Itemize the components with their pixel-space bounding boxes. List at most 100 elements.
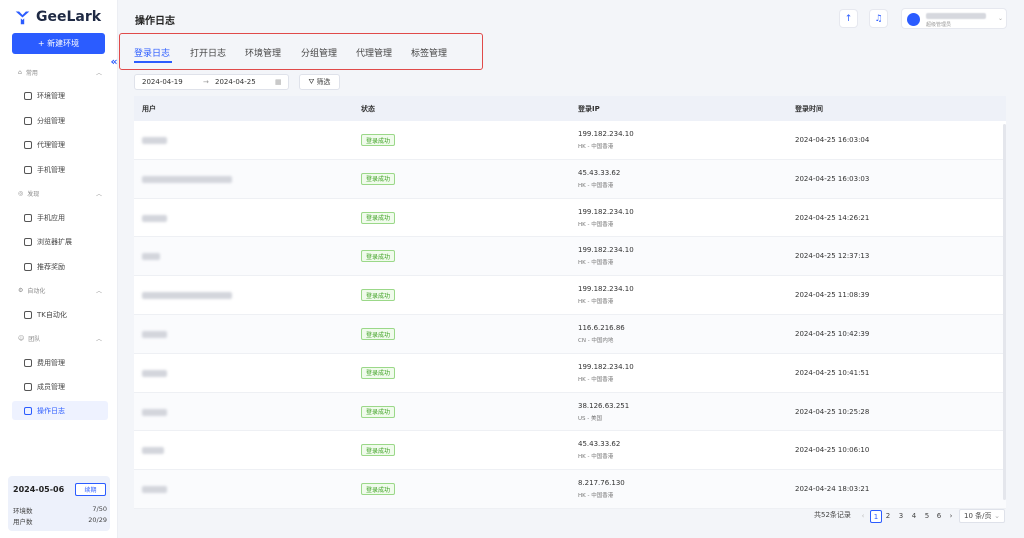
login-time: 2024-04-24 18:03:21	[795, 485, 870, 494]
env-count: 环境数 7/50	[13, 505, 107, 515]
login-ip: 8.217.76.130	[578, 479, 625, 488]
date-arrow-icon: →	[203, 78, 209, 86]
date-start[interactable]: 2024-04-19	[142, 78, 183, 86]
login-time: 2024-04-25 16:03:04	[795, 136, 870, 144]
login-time: 2024-04-25 10:41:51	[795, 368, 870, 377]
date-range-picker[interactable]: 2024-04-19 → 2024-04-25 ▦	[134, 74, 289, 90]
tab-tag-manage[interactable]: 标签管理	[411, 46, 447, 59]
user-redacted	[142, 214, 167, 222]
log-icon	[24, 407, 32, 415]
user-name-redacted	[926, 13, 986, 19]
user-count: 用户数 20/29	[13, 516, 107, 526]
phone-icon	[24, 166, 32, 174]
login-region: HK - 中国香港	[578, 221, 614, 228]
status-badge: 登录成功	[361, 366, 396, 379]
sidebar-item-env[interactable]: 环境管理	[24, 91, 65, 101]
login-ip: 45.43.33.62	[578, 440, 621, 449]
logo[interactable]: GeeLark	[14, 8, 101, 26]
prev-page-button[interactable]: ‹	[857, 510, 869, 523]
total-records: 共52条记录	[814, 511, 851, 519]
page-5[interactable]: 5	[921, 510, 933, 523]
new-environment-button[interactable]: + 新建环境	[12, 33, 105, 54]
table-row: 登录成功 116.6.216.86 CN - 中国内地 2024-04-25 10:4…	[134, 315, 1006, 354]
sidebar-item-phone[interactable]: 手机管理	[24, 165, 65, 175]
table-row: 登录成功 38.126.63.251 US - 美国 2024-04-25 10:25…	[134, 392, 1006, 432]
sidebar-item-operation-log[interactable]: 操作日志	[24, 406, 65, 416]
user-redacted	[142, 408, 167, 416]
login-region: US - 美国	[578, 415, 602, 422]
upload-button[interactable]: ↑	[839, 9, 858, 28]
avatar	[907, 13, 920, 26]
sidebar: GeeLark + 新建环境 « ⌂ 常用 ︿ 环境管理 分组管理 代理管理 手…	[0, 0, 118, 538]
status-badge: 登录成功	[361, 405, 396, 418]
sidebar-group-discover[interactable]: ◎ 发现 ︿	[18, 189, 102, 198]
login-region: HK - 中国香港	[578, 376, 614, 383]
sidebar-item-apps[interactable]: 手机应用	[24, 213, 65, 223]
chevron-up-icon: ︿	[95, 70, 102, 77]
next-page-button[interactable]: ›	[945, 510, 957, 523]
tab-group-manage[interactable]: 分组管理	[301, 46, 337, 59]
tab-proxy-manage[interactable]: 代理管理	[356, 46, 392, 59]
tab-env-manage[interactable]: 环境管理	[245, 46, 281, 59]
table-row: 登录成功 199.182.234.10 HK - 中国香港 2024-04-25 14…	[134, 199, 1006, 238]
tab-login-log[interactable]: 登录日志	[134, 46, 170, 59]
arrow-up-icon: ↑	[844, 13, 853, 24]
login-time: 2024-04-25 10:42:39	[795, 330, 870, 338]
chevron-up-icon: ︿	[95, 191, 102, 198]
page-1[interactable]: 1	[870, 510, 882, 523]
page-title: 操作日志	[135, 16, 175, 27]
team-icon: ☺	[18, 335, 25, 342]
user-redacted	[142, 486, 167, 494]
login-ip: 38.126.63.251	[578, 401, 630, 410]
sidebar-item-referral[interactable]: 推荐奖励	[24, 262, 65, 272]
renew-button[interactable]: 续期	[75, 483, 106, 496]
chevron-up-icon: ︿	[95, 288, 102, 295]
billing-icon	[24, 359, 32, 367]
apps-icon	[24, 214, 32, 222]
sidebar-group-automation[interactable]: ⚙ 自动化 ︿	[18, 286, 102, 295]
tiktok-icon	[24, 311, 32, 319]
status-badge: 登录成功	[361, 172, 396, 185]
brand-name: GeeLark	[36, 9, 102, 25]
table-header: 用户 状态 登录IP 登录时间	[134, 96, 1006, 121]
discover-icon: ◎	[18, 190, 24, 197]
calendar-icon: ▦	[275, 78, 282, 86]
status-badge: 登录成功	[361, 328, 396, 340]
sidebar-item-extensions[interactable]: 浏览器扩展	[24, 237, 72, 247]
table-row: 登录成功 199.182.234.10 HK - 中国香港 2024-04-25 11…	[134, 276, 1006, 315]
sidebar-item-group[interactable]: 分组管理	[24, 116, 65, 126]
date-end[interactable]: 2024-04-25	[215, 78, 256, 86]
tab-open-log[interactable]: 打开日志	[190, 46, 226, 59]
status-badge: 登录成功	[361, 211, 396, 224]
page-6[interactable]: 6	[933, 510, 945, 523]
user-redacted	[142, 447, 164, 455]
table-row: 登录成功 199.182.234.10 HK - 中国香港 2024-04-25 12…	[134, 237, 1006, 277]
env-icon	[24, 92, 32, 100]
page-4[interactable]: 4	[908, 510, 920, 523]
filter-button[interactable]: ⛛ 筛选	[299, 74, 340, 90]
table-scrollbar[interactable]	[1003, 124, 1006, 500]
login-region: HK - 中国香港	[578, 299, 614, 306]
home-icon: ⌂	[18, 69, 22, 76]
sidebar-item-billing[interactable]: 费用管理	[24, 358, 65, 368]
plan-expiry-date: 2024-05-06	[13, 485, 65, 494]
user-menu[interactable]: 超级管理员 ⌄	[901, 8, 1007, 29]
sidebar-group-common[interactable]: ⌂ 常用 ︿	[18, 68, 102, 77]
list-icon	[24, 117, 32, 125]
login-time: 2024-04-25 16:03:03	[795, 174, 870, 183]
sidebar-item-members[interactable]: 成员管理	[24, 382, 65, 392]
login-time: 2024-04-25 14:26:21	[795, 213, 870, 222]
table-row: 登录成功 45.43.33.62 HK - 中国香港 2024-04-25 16:03…	[134, 159, 1006, 199]
sidebar-item-tk-automation[interactable]: TK自动化	[24, 310, 67, 320]
plan-card: 2024-05-06 续期 环境数 7/50 用户数 20/29	[8, 476, 110, 531]
page-3[interactable]: 3	[895, 510, 907, 523]
login-time: 2024-04-25 12:37:13	[795, 252, 870, 261]
page-size-select[interactable]: 10 条/页 ⌄	[959, 509, 1005, 523]
geelark-logo-icon	[15, 11, 30, 24]
page-2[interactable]: 2	[882, 510, 894, 523]
user-redacted	[142, 369, 167, 377]
sidebar-item-proxy[interactable]: 代理管理	[24, 140, 65, 150]
automation-icon: ⚙	[18, 287, 24, 294]
sidebar-group-team[interactable]: ☺ 团队 ︿	[18, 334, 102, 343]
notification-button[interactable]: ♫	[869, 9, 888, 28]
